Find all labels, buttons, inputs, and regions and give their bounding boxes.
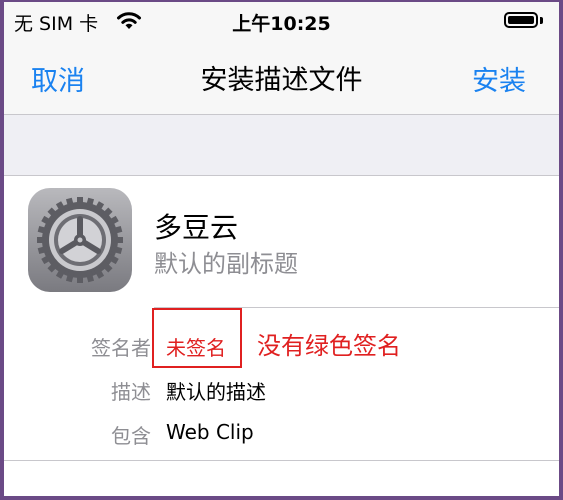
navigation-bar: 取消 安装描述文件 安装 <box>4 42 559 115</box>
screen: 无 SIM 卡 上午10:25 取消 安装描述文件 安装 多豆云 默认的副标题 … <box>4 2 559 496</box>
contains-label: 包含 <box>111 424 151 448</box>
annotation-text: 没有绿色签名 <box>257 332 401 360</box>
settings-gear-icon <box>28 188 132 292</box>
battery-icon <box>504 12 538 28</box>
section-gap <box>4 115 559 176</box>
section-bottom-border <box>4 460 559 461</box>
status-bar: 无 SIM 卡 上午10:25 <box>4 2 559 42</box>
install-button[interactable]: 安装 <box>472 59 526 98</box>
status-time: 上午10:25 <box>232 13 331 35</box>
highlight-box <box>152 308 242 368</box>
contains-value: Web Clip <box>166 420 254 444</box>
profile-name: 多豆云 <box>154 211 239 244</box>
description-label: 描述 <box>111 380 151 404</box>
battery-tip <box>540 17 543 24</box>
profile-subtitle: 默认的副标题 <box>154 250 298 278</box>
signer-label: 签名者 <box>91 336 151 360</box>
description-value: 默认的描述 <box>166 380 266 404</box>
